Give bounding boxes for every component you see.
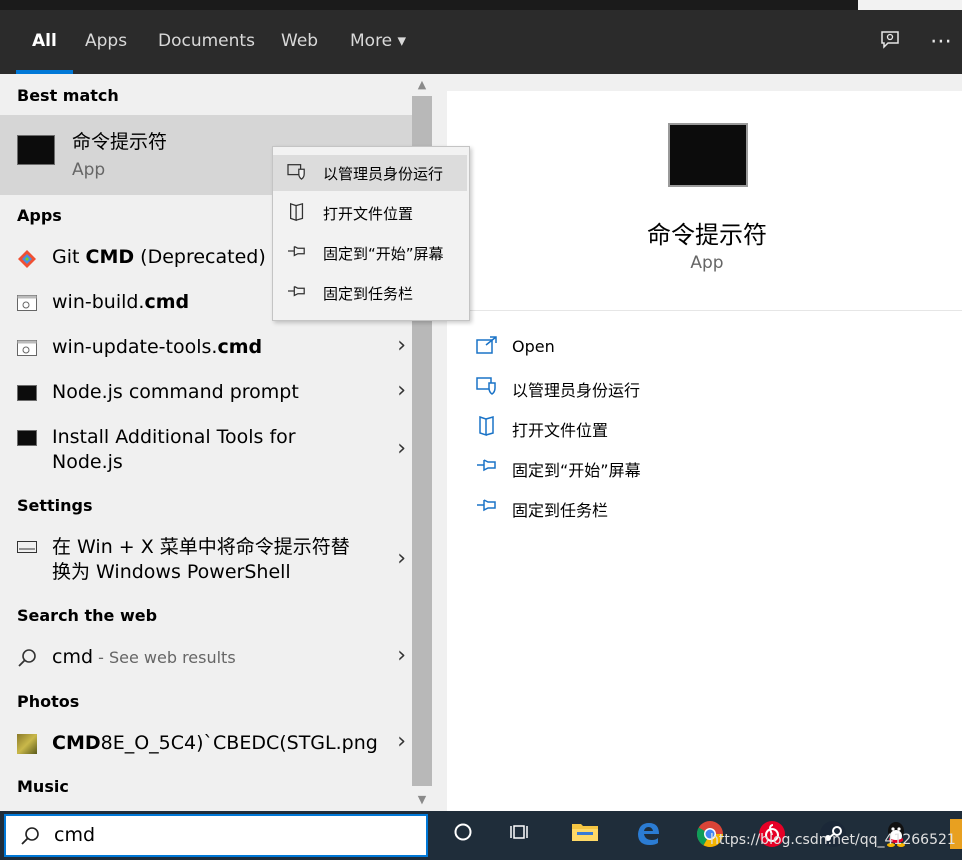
- cmd-app-icon: [17, 430, 37, 446]
- section-search-web: Search the web: [17, 606, 158, 625]
- action-run-as-admin[interactable]: 以管理员身份运行: [476, 375, 776, 403]
- tab-all[interactable]: All: [16, 10, 73, 74]
- watermark-text: https://blog.csdn.net/qq_41266521: [710, 832, 956, 848]
- search-header: All Apps Documents Web More ▾ ⋯: [0, 10, 962, 74]
- preview-divider: [447, 310, 962, 311]
- file-location-icon: [290, 202, 304, 222]
- list-item-label: win-build.cmd: [52, 291, 190, 313]
- chevron-right-icon[interactable]: ›: [397, 643, 406, 668]
- list-item-label-line2: Node.js: [52, 451, 123, 473]
- context-menu-item-pin-start[interactable]: 固定到“开始”屏幕: [273, 235, 467, 271]
- script-file-icon: [17, 295, 37, 311]
- pin-icon: [477, 459, 496, 472]
- section-best-match: Best match: [17, 86, 119, 105]
- action-open[interactable]: Open: [476, 335, 776, 363]
- cmd-large-icon: [668, 123, 748, 187]
- action-label: Open: [512, 337, 555, 356]
- section-photos: Photos: [17, 692, 80, 711]
- chevron-right-icon[interactable]: ›: [397, 378, 406, 403]
- section-settings: Settings: [17, 496, 93, 515]
- context-menu-label: 打开文件位置: [323, 205, 414, 223]
- pin-icon: [477, 499, 496, 512]
- search-icon: [21, 827, 39, 845]
- list-item-nodejs-tools[interactable]: Install Additional Tools for Node.js ›: [0, 425, 412, 477]
- top-strip-white: [858, 0, 962, 10]
- context-menu-item-open-location[interactable]: 打开文件位置: [273, 195, 467, 231]
- action-pin-to-start[interactable]: 固定到“开始”屏幕: [476, 455, 776, 483]
- pin-icon: [288, 245, 305, 257]
- shield-icon: [476, 377, 496, 395]
- list-item-label: cmd - See web results: [52, 646, 236, 668]
- list-item-label-line1: Install Additional Tools for: [52, 426, 296, 448]
- file-explorer-icon[interactable]: [569, 820, 601, 852]
- search-input-value: cmd: [54, 824, 96, 846]
- edge-browser-icon[interactable]: [632, 820, 664, 852]
- feedback-icon[interactable]: [875, 28, 905, 56]
- context-menu-label: 固定到“开始”屏幕: [323, 245, 444, 263]
- cmd-app-icon: [17, 135, 55, 165]
- chevron-right-icon[interactable]: ›: [397, 436, 406, 461]
- setting-label-line1: 在 Win + X 菜单中将命令提示符替: [52, 536, 350, 558]
- chevron-right-icon[interactable]: ›: [397, 729, 406, 754]
- tab-more[interactable]: More ▾: [334, 10, 422, 74]
- context-menu-item-pin-taskbar[interactable]: 固定到任务栏: [273, 275, 467, 311]
- setting-label-line2: 换为 Windows PowerShell: [52, 561, 291, 583]
- open-icon: [476, 336, 497, 354]
- best-match-name: 命令提示符: [72, 131, 168, 153]
- list-item-label: Git CMD (Deprecated): [52, 246, 266, 268]
- photo-thumbnail: [17, 734, 37, 754]
- pin-icon: [288, 285, 305, 297]
- scroll-up-icon[interactable]: ▲: [412, 76, 432, 94]
- context-menu: 以管理员身份运行 打开文件位置 固定到“开始”屏幕 固定到任务栏: [272, 146, 470, 321]
- search-input[interactable]: cmd: [4, 814, 428, 857]
- chevron-right-icon[interactable]: ›: [397, 546, 406, 571]
- list-item-setting-powershell[interactable]: 在 Win + X 菜单中将命令提示符替 换为 Windows PowerShe…: [0, 535, 412, 587]
- list-item-web-search[interactable]: cmd - See web results ›: [0, 643, 412, 671]
- ellipsis-icon[interactable]: ⋯: [926, 28, 956, 56]
- task-view-icon[interactable]: [505, 820, 537, 852]
- context-menu-label: 以管理员身份运行: [323, 165, 444, 183]
- chevron-right-icon[interactable]: ›: [397, 333, 406, 358]
- preview-subtitle: App: [690, 253, 724, 273]
- list-item-nodejs-prompt[interactable]: Node.js command prompt ›: [0, 378, 412, 406]
- list-item-photo[interactable]: CMD8E_O_5C4)`CBEDC(STGL.png ›: [0, 729, 412, 757]
- cortana-icon[interactable]: [447, 820, 479, 852]
- list-item-label: CMD8E_O_5C4)`CBEDC(STGL.png: [52, 732, 378, 754]
- tab-documents[interactable]: Documents: [142, 10, 271, 74]
- section-music: Music: [17, 777, 69, 796]
- list-item-label: Node.js command prompt: [52, 381, 299, 403]
- list-item-label: win-update-tools.cmd: [52, 336, 263, 358]
- action-pin-to-taskbar[interactable]: 固定到任务栏: [476, 495, 776, 523]
- context-menu-label: 固定到任务栏: [323, 285, 414, 303]
- keyboard-settings-icon: [17, 541, 37, 553]
- list-item-win-update-tools[interactable]: win-update-tools.cmd ›: [0, 333, 412, 361]
- file-location-icon: [479, 415, 494, 437]
- action-label: 固定到任务栏: [512, 501, 609, 520]
- action-open-file-location[interactable]: 打开文件位置: [476, 415, 776, 443]
- script-file-icon: [17, 340, 37, 356]
- top-strip: [0, 0, 962, 10]
- preview-title: 命令提示符: [647, 221, 767, 249]
- action-label: 打开文件位置: [512, 421, 609, 440]
- preview-panel: 命令提示符 App: [447, 91, 962, 811]
- tab-web[interactable]: Web: [265, 10, 334, 74]
- cmd-app-icon: [17, 385, 37, 401]
- section-apps: Apps: [17, 206, 62, 225]
- context-menu-item-run-as-admin[interactable]: 以管理员身份运行: [273, 155, 467, 191]
- best-match-type: App: [72, 160, 106, 180]
- scroll-down-icon[interactable]: ▼: [412, 791, 432, 809]
- search-icon: [18, 649, 36, 667]
- action-label: 固定到“开始”屏幕: [512, 461, 641, 480]
- action-label: 以管理员身份运行: [512, 381, 641, 400]
- git-icon: [18, 250, 36, 268]
- search-box-container: cmd: [0, 811, 432, 860]
- tab-apps[interactable]: Apps: [69, 10, 143, 74]
- shield-icon: [287, 164, 305, 180]
